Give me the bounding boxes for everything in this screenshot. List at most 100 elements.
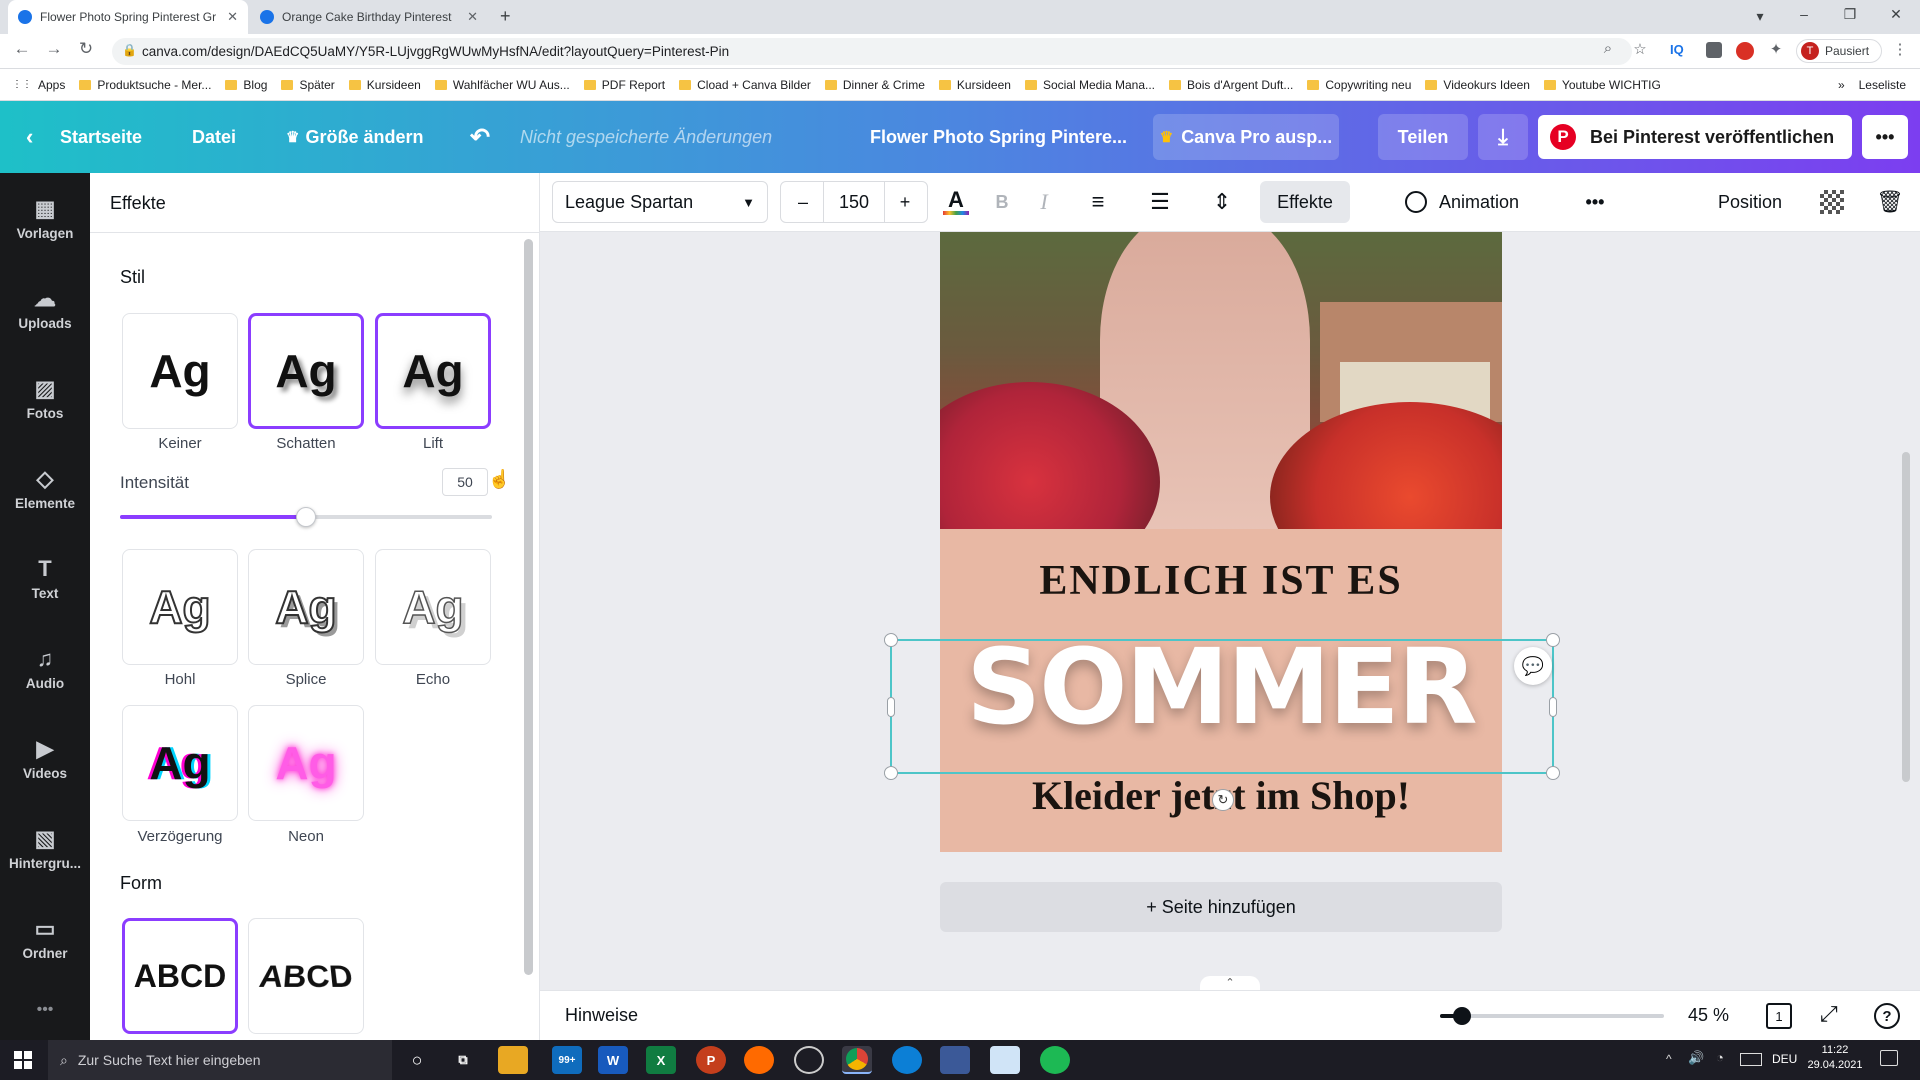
browser-tab[interactable]: Orange Cake Birthday Pinterest ✕ — [250, 0, 488, 34]
extension-abp-icon[interactable] — [1736, 42, 1754, 60]
flower-photo[interactable] — [940, 232, 1502, 529]
effect-hollow-card[interactable]: Ag — [122, 549, 238, 665]
bookmark-item[interactable]: Bois d'Argent Duft... — [1169, 78, 1293, 92]
new-tab-button[interactable]: + — [500, 6, 511, 27]
reading-list-button[interactable]: Leseliste — [1859, 78, 1906, 92]
resize-handle[interactable] — [884, 633, 898, 647]
canva-pro-button[interactable]: ♛ Canva Pro ausp... — [1153, 114, 1339, 160]
profile-button[interactable]: T Pausiert — [1796, 39, 1882, 63]
clock[interactable]: 11:22 29.04.2021 — [1806, 1044, 1864, 1071]
powerpoint-icon[interactable]: P — [696, 1046, 726, 1074]
browser-menu-icon[interactable]: ⋮ — [1888, 40, 1912, 58]
intensity-slider-thumb[interactable] — [296, 507, 316, 527]
file-explorer-icon[interactable] — [498, 1046, 528, 1074]
bookmark-item[interactable]: Später — [281, 78, 335, 92]
bookmark-item[interactable]: Cload + Canva Bilder — [679, 78, 811, 92]
browser-tab-active[interactable]: Flower Photo Spring Pinterest Gr ✕ — [8, 0, 248, 34]
bookmark-item[interactable]: Kursideen — [348, 78, 421, 92]
trash-icon[interactable]: 🗑 — [1870, 181, 1910, 223]
font-size-input[interactable]: 150 — [823, 181, 885, 223]
panel-scrollbar[interactable] — [524, 239, 533, 975]
notification-icon[interactable] — [1880, 1050, 1898, 1066]
rail-item-fotos[interactable]: ▨ Fotos — [0, 353, 90, 443]
more-tools-button[interactable]: ••• — [1572, 181, 1618, 223]
download-icon[interactable]: ⤓ — [1478, 114, 1528, 160]
decrease-size-button[interactable]: – — [783, 192, 823, 213]
rail-item-elemente[interactable]: ◇ Elemente — [0, 443, 90, 533]
more-options-button[interactable]: ••• — [1862, 115, 1908, 159]
undo-icon[interactable]: ↶ — [470, 101, 490, 173]
bookmark-item[interactable]: Blog — [225, 78, 267, 92]
resize-handle[interactable] — [1546, 766, 1560, 780]
back-icon[interactable]: ← — [10, 39, 34, 59]
intensity-slider[interactable] — [120, 507, 492, 527]
zoom-slider-thumb[interactable] — [1453, 1007, 1472, 1025]
notes-button[interactable]: Hinweise — [565, 1005, 638, 1026]
reload-icon[interactable]: ↻ — [74, 39, 98, 59]
fullscreen-icon[interactable]: ⤢ — [1820, 1001, 1838, 1027]
font-family-dropdown[interactable]: League Spartan ▼ — [552, 181, 768, 223]
page-count-button[interactable]: 1 — [1766, 1003, 1792, 1029]
effect-neon-card[interactable]: Ag — [248, 705, 364, 821]
resize-button[interactable]: ♛ Größe ändern — [286, 101, 423, 173]
help-icon[interactable]: ? — [1874, 1003, 1900, 1029]
rail-more-button[interactable]: ••• — [0, 1001, 90, 1019]
chevron-left-icon[interactable]: ‹ — [26, 101, 33, 173]
zoom-level[interactable]: 45 % — [1688, 1005, 1729, 1026]
effect-shadow-card[interactable]: Ag — [248, 313, 364, 429]
resize-handle[interactable] — [1546, 633, 1560, 647]
bookmarks-overflow-button[interactable]: » — [1838, 78, 1845, 92]
transparency-icon[interactable] — [1812, 181, 1852, 223]
zoom-slider[interactable] — [1440, 1007, 1664, 1025]
network-icon[interactable]: ◔ — [1716, 1050, 1724, 1065]
selection-box[interactable]: 💬 ↻ — [884, 633, 1560, 811]
minimize-icon[interactable]: – — [1792, 6, 1816, 22]
publish-pinterest-button[interactable]: P Bei Pinterest veröffentlichen — [1538, 115, 1852, 159]
tab-close-icon[interactable]: ✕ — [467, 9, 478, 25]
edge-icon[interactable] — [892, 1046, 922, 1074]
position-button[interactable]: Position — [1690, 181, 1810, 223]
bookmark-item[interactable]: Kursideen — [938, 78, 1011, 92]
bold-icon[interactable]: B — [986, 181, 1018, 223]
bookmark-item[interactable]: Videokurs Ideen — [1425, 78, 1530, 92]
bookmark-item[interactable]: Wahlfächer WU Aus... — [434, 78, 570, 92]
resize-handle[interactable] — [1549, 697, 1557, 717]
spacing-icon[interactable]: ⇕ — [1202, 181, 1242, 223]
bookmark-item[interactable]: Social Media Mana... — [1024, 78, 1155, 92]
effect-lift-card[interactable]: Ag — [375, 313, 491, 429]
tab-close-icon[interactable]: ✕ — [227, 9, 238, 25]
rail-item-uploads[interactable]: ☁ Uploads — [0, 263, 90, 353]
app-icon[interactable] — [744, 1046, 774, 1074]
align-center-icon[interactable]: ≡ — [1078, 181, 1118, 223]
effects-button[interactable]: Effekte — [1260, 181, 1350, 223]
effect-glitch-card[interactable]: Ag — [122, 705, 238, 821]
intensity-value-input[interactable]: 50 — [442, 468, 488, 496]
add-page-button[interactable]: + Seite hinzufügen — [940, 882, 1502, 932]
rail-item-vorlagen[interactable]: ▦ Vorlagen — [0, 173, 90, 263]
spotify-icon[interactable] — [1040, 1046, 1070, 1074]
bookmark-item[interactable]: PDF Report — [583, 78, 665, 92]
url-field[interactable]: 🔒 canva.com/design/DAEdCQ5UaMY/Y5R-LUjvg… — [112, 38, 1632, 65]
comment-icon[interactable]: 💬 — [1514, 647, 1552, 685]
shape-none-card[interactable]: ABCD — [122, 918, 238, 1034]
mail-icon[interactable]: 99+ — [552, 1046, 582, 1074]
rail-item-ordner[interactable]: ▭ Ordner — [0, 893, 90, 983]
zoom-lens-icon[interactable]: ⌕ — [1596, 40, 1620, 57]
text-color-button[interactable]: A — [936, 181, 976, 223]
app-icon[interactable] — [990, 1046, 1020, 1074]
resize-handle[interactable] — [887, 697, 895, 717]
app-icon[interactable] — [940, 1046, 970, 1074]
canvas-scroll-thumb[interactable] — [1902, 452, 1910, 782]
word-icon[interactable]: W — [598, 1046, 628, 1074]
tray-chevron-icon[interactable]: ^ — [1666, 1052, 1672, 1066]
windows-start-icon[interactable] — [14, 1051, 32, 1069]
extensions-puzzle-icon[interactable]: ✦ — [1764, 40, 1788, 58]
volume-icon[interactable]: 🔊 — [1688, 1050, 1704, 1066]
bookmark-item[interactable]: Copywriting neu — [1307, 78, 1411, 92]
taskbar-search[interactable]: ⌕ Zur Suche Text hier eingeben — [48, 1040, 392, 1080]
italic-icon[interactable]: I — [1028, 181, 1060, 223]
share-button[interactable]: Teilen — [1378, 114, 1468, 160]
rail-item-hintergru[interactable]: ▧ Hintergru... — [0, 803, 90, 893]
home-link[interactable]: Startseite — [60, 101, 142, 173]
chevron-up-icon[interactable]: ⌃ — [1200, 976, 1260, 990]
